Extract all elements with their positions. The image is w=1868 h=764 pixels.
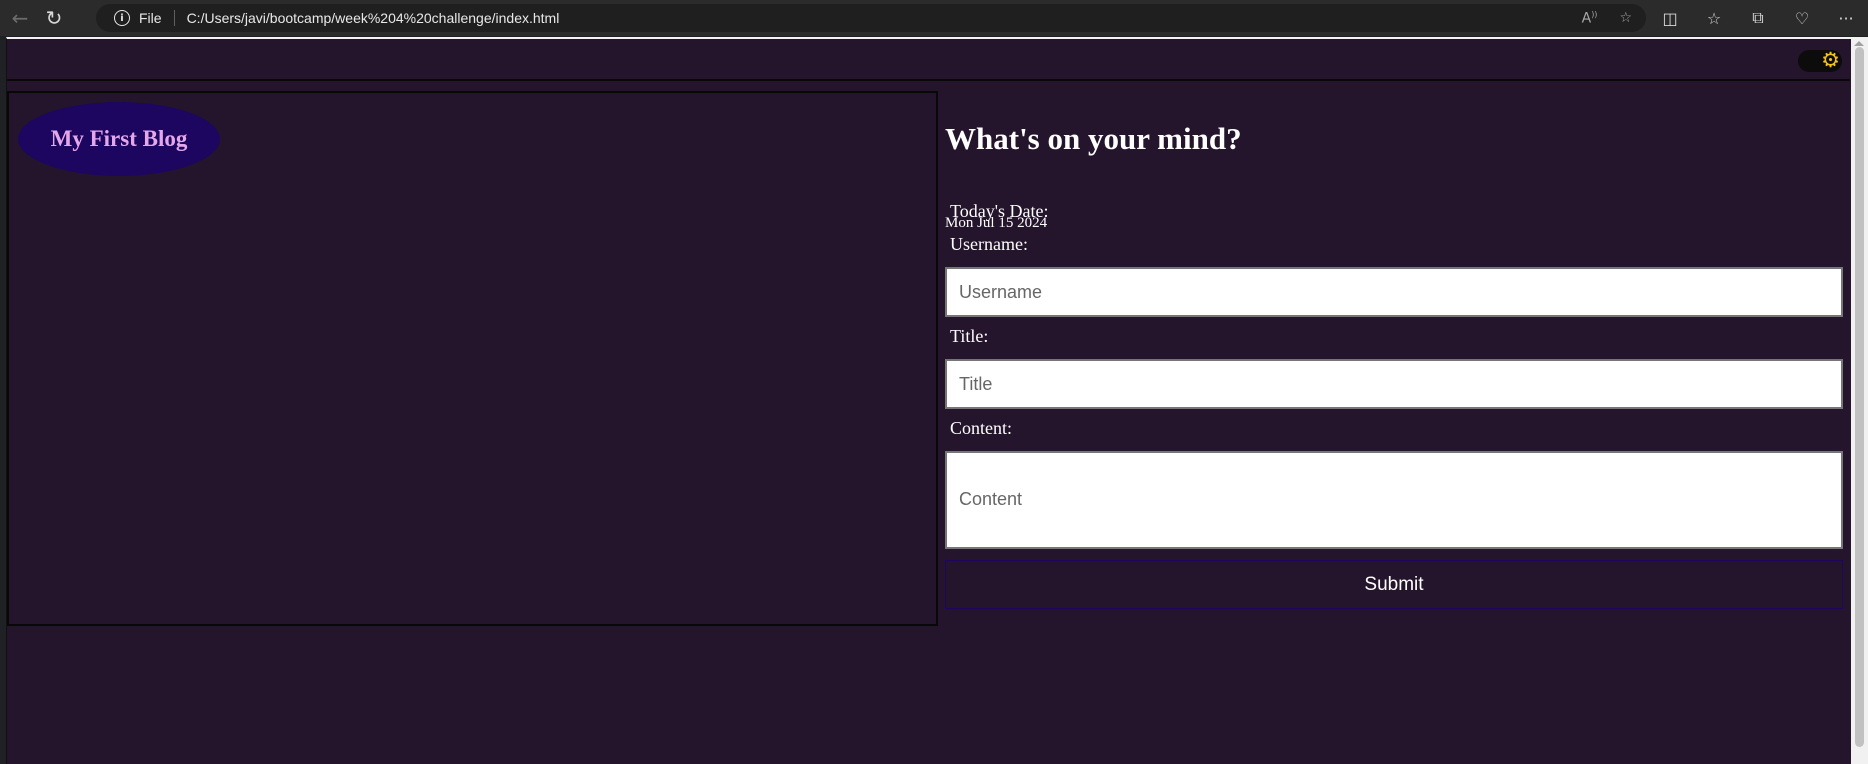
form-heading: What's on your mind? [945,121,1242,156]
scroll-up-icon[interactable] [1854,41,1864,46]
scroll-thumb[interactable] [1855,47,1864,747]
page-header: ⚙ [7,39,1850,81]
content-textarea[interactable] [945,451,1843,549]
info-icon[interactable]: i [114,10,130,26]
blog-title[interactable]: My First Blog [18,102,220,176]
favorites-icon[interactable]: ☆ [1704,9,1724,28]
collections-icon[interactable]: ⧉ [1748,8,1768,28]
title-input[interactable] [945,359,1843,409]
more-icon[interactable]: ··· [1836,9,1856,28]
split-screen-icon[interactable]: ◫ [1660,9,1680,28]
address-bar[interactable]: i File C:/Users/javi/bootcamp/week%204%2… [96,4,1646,32]
refresh-icon[interactable]: ↻ [40,4,68,32]
title-label: Title: [950,326,989,346]
back-arrow-icon[interactable]: ← [6,4,34,32]
browser-essentials-icon[interactable]: ♡ [1792,9,1812,28]
blog-panel: My First Blog [7,91,938,626]
submit-button[interactable]: Submit [945,560,1843,609]
username-input[interactable] [945,267,1843,317]
vertical-scrollbar[interactable] [1851,39,1868,764]
theme-toggle[interactable]: ⚙ [1798,49,1842,72]
url-text[interactable]: C:/Users/javi/bootcamp/week%204%20challe… [187,10,560,26]
content-label: Content: [950,418,1012,438]
favorite-star-icon[interactable]: ☆ [1619,10,1632,26]
file-label: File [139,10,162,26]
sun-icon[interactable]: ⚙ [1821,49,1840,71]
browser-toolbar: ← ↻ i File C:/Users/javi/bootcamp/week%2… [0,0,1868,36]
date-value: Mon Jul 15 2024 [945,215,1048,231]
page-viewport: ⚙ My First Blog What's on your mind? Tod… [6,37,1868,764]
read-aloud-icon[interactable]: A)) [1582,10,1598,27]
address-divider [173,10,175,26]
username-label: Username: [950,234,1028,254]
